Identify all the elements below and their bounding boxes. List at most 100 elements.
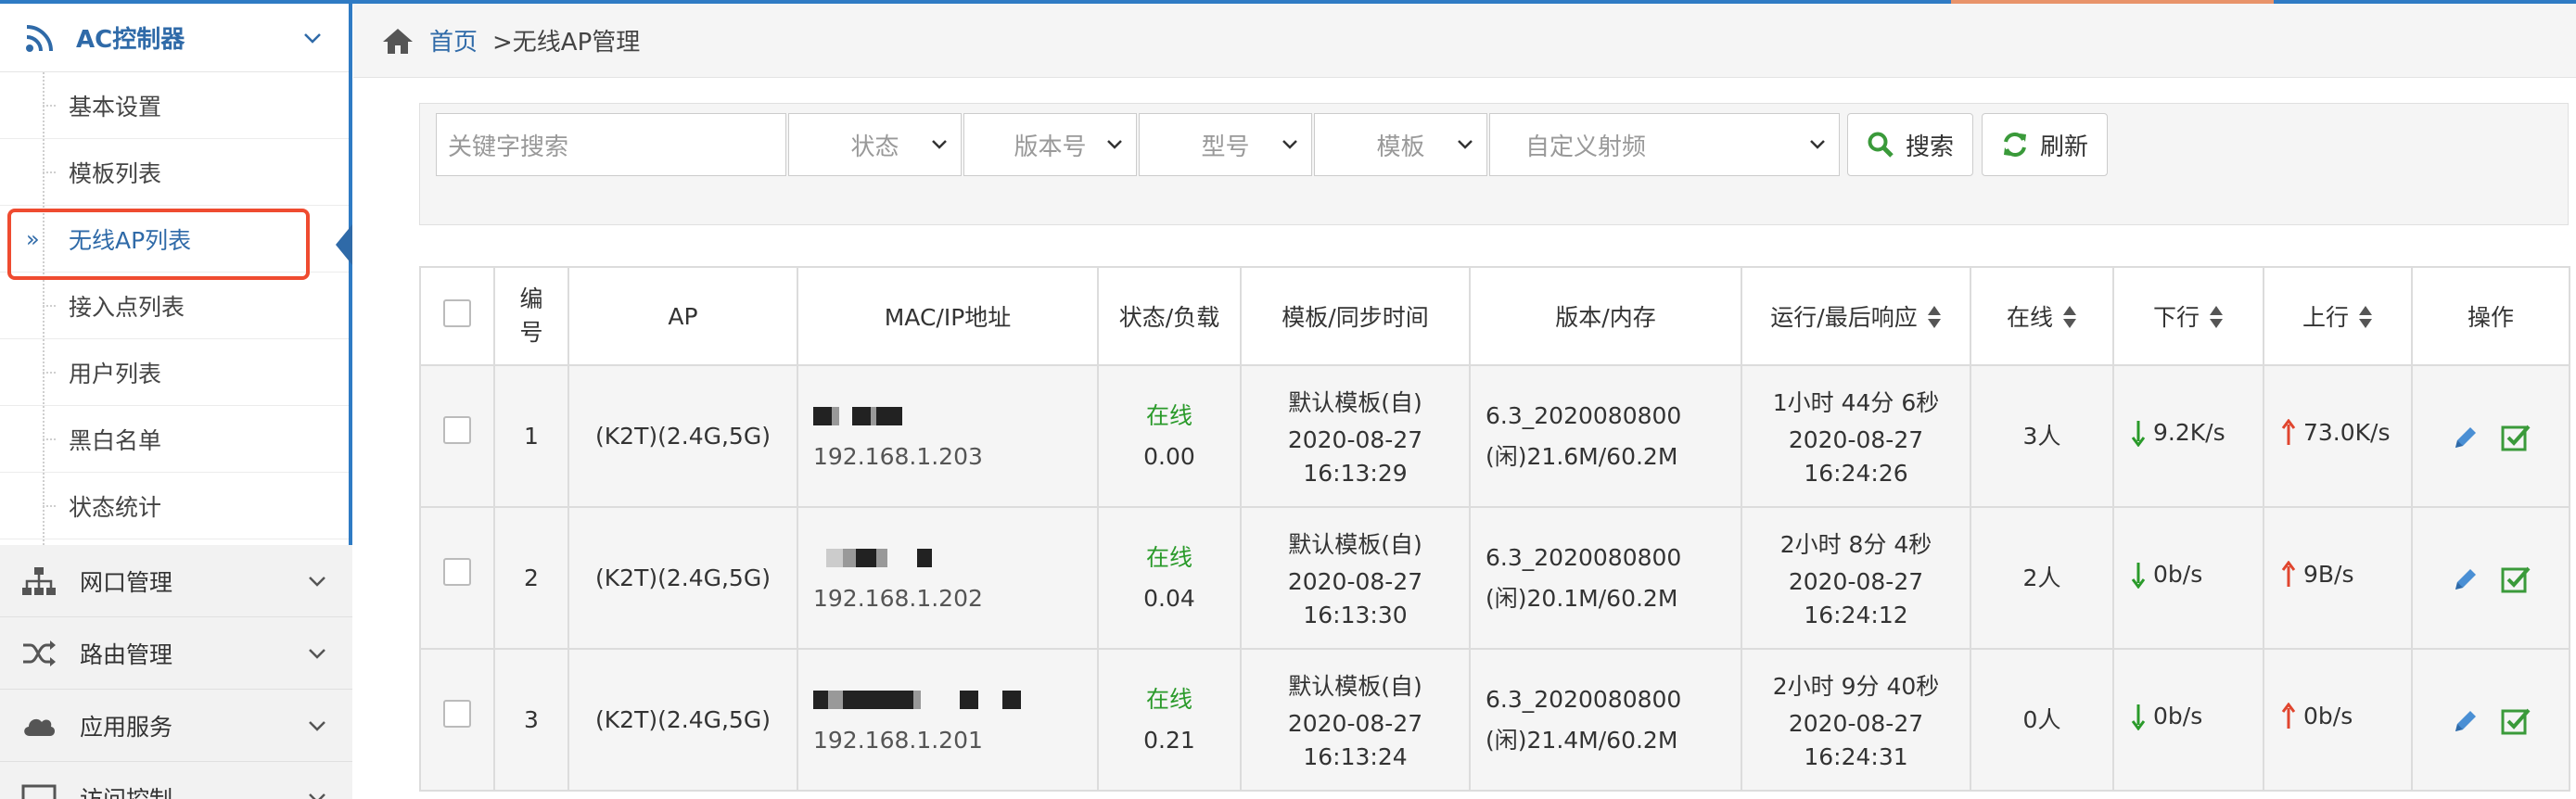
sidebar-item-label: 接入点列表	[69, 293, 185, 321]
status-online: 在线	[1145, 685, 1192, 713]
sidebar-item-label: 基本设置	[69, 93, 162, 120]
header-online-label: 在线	[2006, 304, 2053, 331]
status-online: 在线	[1145, 543, 1192, 571]
sidebar-item-network-port[interactable]: 网口管理	[0, 545, 352, 617]
memory-usage: (闲)21.4M/60.2M	[1486, 726, 1678, 754]
keyword-search-input[interactable]: 关键字搜索	[436, 113, 786, 176]
sync-time: 16:13:30	[1303, 601, 1408, 628]
cell-template: 默认模板(自) 2020-08-27 16:13:24	[1240, 648, 1471, 792]
down-speed: 9.2K/s	[2153, 419, 2225, 446]
cell-online: 0人	[1970, 648, 2114, 792]
ac-controller-group: AC控制器 基本设置 模板列表 » 无线AP列表 接入点列表 用户列表 黑白名单 …	[0, 4, 352, 545]
cell-ap: (K2T)(2.4G,5G)	[567, 364, 798, 508]
search-button-label: 搜索	[1905, 133, 1954, 161]
last-response-time: 16:24:26	[1804, 459, 1908, 487]
model-select[interactable]: 型号	[1139, 113, 1312, 176]
check-square-icon[interactable]	[2500, 705, 2531, 737]
row-checkbox[interactable]	[443, 557, 471, 586]
sidebar-item-user-list[interactable]: 用户列表	[0, 339, 349, 406]
edit-pencil-icon[interactable]	[2450, 422, 2481, 453]
refresh-button-label: 刷新	[2039, 133, 2088, 161]
row-checkbox[interactable]	[443, 415, 471, 444]
cell-down: 0b/s	[2112, 506, 2264, 650]
row-select-cell[interactable]	[419, 506, 495, 650]
header-down[interactable]: 下行	[2112, 266, 2264, 366]
ac-controller-header[interactable]: AC控制器	[0, 4, 349, 72]
tree-branch	[43, 505, 56, 507]
arrow-down-icon	[2131, 704, 2146, 730]
last-response-time: 16:24:12	[1804, 601, 1908, 628]
table-row: 1 (K2T)(2.4G,5G) 192.168.1.203 在线 0.00 默…	[419, 364, 2570, 508]
sidebar-item-basic-settings[interactable]: 基本设置	[0, 72, 349, 139]
check-square-icon[interactable]	[2500, 422, 2531, 453]
memory-usage: (闲)20.1M/60.2M	[1486, 584, 1678, 612]
up-speed: 9B/s	[2303, 561, 2354, 588]
tree-branch	[43, 171, 56, 173]
header-template: 模板/同步时间	[1240, 266, 1471, 366]
cell-num: 2	[493, 506, 569, 650]
sidebar-item-app-services[interactable]: 应用服务	[0, 690, 352, 762]
sort-icon	[2063, 306, 2076, 328]
chevron-down-icon	[1107, 140, 1122, 149]
cell-online: 2人	[1970, 506, 2114, 650]
cell-version: 6.3_2020080800 (闲)21.4M/60.2M	[1469, 648, 1742, 792]
cell-template: 默认模板(自) 2020-08-27 16:13:30	[1240, 506, 1471, 650]
custom-rf-select[interactable]: 自定义射频	[1489, 113, 1840, 176]
row-checkbox[interactable]	[443, 699, 471, 728]
version-select[interactable]: 版本号	[963, 113, 1137, 176]
breadcrumb-home-link[interactable]: 首页	[429, 23, 478, 57]
select-all-checkbox[interactable]	[443, 299, 471, 327]
sidebar-item-status-stats[interactable]: 状态统计	[0, 473, 349, 539]
keyword-search-placeholder: 关键字搜索	[448, 133, 569, 161]
uptime: 2小时 9分 40秒	[1772, 672, 1940, 700]
firmware-version: 6.3_2020080800	[1486, 685, 1682, 713]
template-name: 默认模板(自)	[1288, 388, 1422, 416]
header-num: 编号	[493, 266, 569, 366]
cell-template: 默认模板(自) 2020-08-27 16:13:29	[1240, 364, 1471, 508]
status-select[interactable]: 状态	[788, 113, 962, 176]
ac-submenu: 基本设置 模板列表 » 无线AP列表 接入点列表 用户列表 黑白名单 状态统计	[0, 72, 349, 545]
cell-down: 0b/s	[2112, 648, 2264, 792]
firmware-version: 6.3_2020080800	[1486, 401, 1682, 429]
load-value: 0.04	[1143, 584, 1195, 612]
refresh-button[interactable]: 刷新	[1982, 113, 2108, 176]
edit-pencil-icon[interactable]	[2450, 564, 2481, 595]
header-runtime[interactable]: 运行/最后响应	[1741, 266, 1971, 366]
sidebar-item-black-white-list[interactable]: 黑白名单	[0, 406, 349, 473]
template-select[interactable]: 模板	[1314, 113, 1487, 176]
sidebar-item-access-control[interactable]: 访问控制	[0, 762, 352, 799]
sidebar-item-access-point-list[interactable]: 接入点列表	[0, 273, 349, 339]
table-row: 3 (K2T)(2.4G,5G) 192.168.1.201 在线 0.21 默…	[419, 648, 2570, 792]
chevron-down-icon	[304, 32, 321, 44]
cell-ops	[2411, 364, 2570, 508]
edit-pencil-icon[interactable]	[2450, 705, 2481, 737]
sync-time: 16:13:24	[1303, 742, 1408, 770]
cell-up: 73.0K/s	[2263, 364, 2413, 508]
tree-branch	[43, 305, 56, 307]
cell-mac-ip: 192.168.1.202	[797, 506, 1099, 650]
sidebar-item-template-list[interactable]: 模板列表	[0, 139, 349, 206]
template-name: 默认模板(自)	[1288, 672, 1422, 700]
sort-icon	[2210, 306, 2223, 328]
cell-ops	[2411, 648, 2570, 792]
header-online[interactable]: 在线	[1970, 266, 2114, 366]
sidebar-item-routing[interactable]: 路由管理	[0, 617, 352, 690]
down-speed: 0b/s	[2153, 703, 2203, 729]
status-online: 在线	[1145, 401, 1192, 429]
cell-runtime: 2小时 8分 4秒 2020-08-27 16:24:12	[1741, 506, 1971, 650]
search-button[interactable]: 搜索	[1847, 113, 1973, 176]
header-num-label: 编号	[519, 285, 543, 346]
arrow-up-icon	[2281, 419, 2296, 445]
header-up[interactable]: 上行	[2263, 266, 2413, 366]
last-response-date: 2020-08-27	[1788, 709, 1924, 737]
cell-version: 6.3_2020080800 (闲)21.6M/60.2M	[1469, 364, 1742, 508]
refresh-icon	[2003, 132, 2026, 158]
menu-label: 应用服务	[80, 713, 173, 741]
cell-mac-ip: 192.168.1.203	[797, 364, 1099, 508]
rss-icon	[26, 24, 53, 52]
last-response-date: 2020-08-27	[1788, 425, 1924, 453]
row-select-cell[interactable]	[419, 648, 495, 792]
row-select-cell[interactable]	[419, 364, 495, 508]
check-square-icon[interactable]	[2500, 564, 2531, 595]
header-select-all[interactable]	[419, 266, 495, 366]
